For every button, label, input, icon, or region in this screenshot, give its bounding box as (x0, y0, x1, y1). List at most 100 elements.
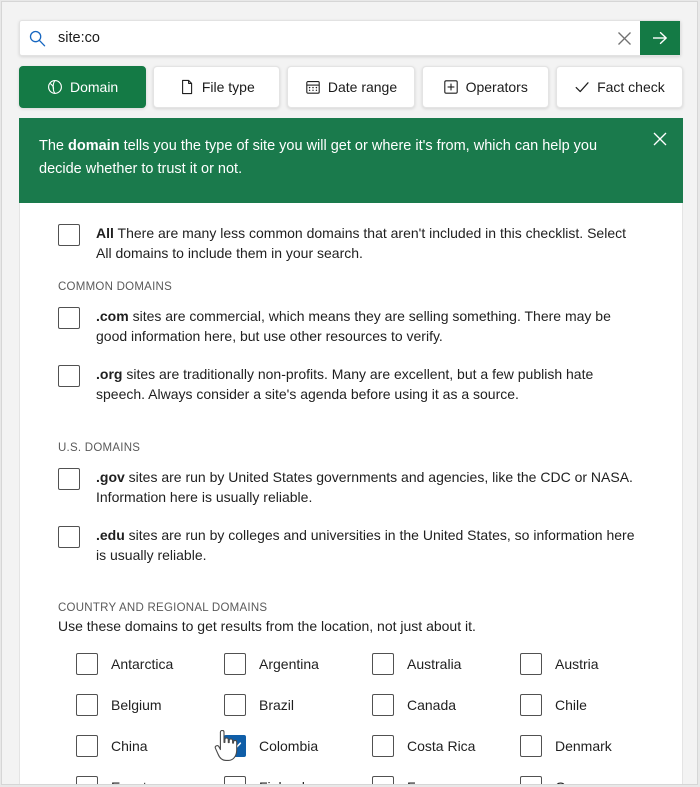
section-heading-common: COMMON DOMAINS (58, 281, 660, 293)
search-bar (19, 20, 681, 56)
submit-search-button[interactable] (640, 21, 680, 55)
tab-file-type[interactable]: File type (153, 66, 280, 108)
calendar-icon (305, 79, 321, 95)
country-label: France (407, 779, 451, 785)
country-item[interactable]: Australia (372, 652, 520, 675)
option-bold: All (96, 225, 114, 241)
option-row-com[interactable]: .com sites are commercial, which means t… (58, 306, 660, 347)
arrow-right-icon (650, 28, 670, 48)
search-helper-window: Domain File type (1, 1, 698, 785)
country-item[interactable]: Argentina (224, 652, 372, 675)
option-label-org: .org sites are traditionally non-profits… (96, 364, 644, 405)
country-label: Brazil (259, 697, 294, 713)
checkbox-country[interactable] (520, 694, 542, 716)
tab-label: File type (202, 79, 255, 95)
search-input[interactable] (54, 23, 608, 53)
country-item[interactable]: France (372, 775, 520, 785)
option-desc: sites are run by United States governmen… (96, 469, 633, 505)
country-item[interactable]: Austria (520, 652, 668, 675)
country-label: Finland (259, 779, 305, 785)
country-item[interactable]: Chile (520, 693, 668, 716)
info-banner: The domain tells you the type of site yo… (19, 118, 683, 203)
country-label: Egypt (111, 779, 147, 785)
close-banner-button[interactable] (647, 126, 673, 152)
country-label: Argentina (259, 656, 319, 672)
section-heading-us: U.S. DOMAINS (58, 442, 660, 454)
checkbox-country[interactable] (224, 735, 246, 757)
country-item[interactable]: Egypt (76, 775, 224, 785)
checkbox-country[interactable] (372, 694, 394, 716)
option-row-all[interactable]: All There are many less common domains t… (58, 223, 660, 264)
checkbox-country[interactable] (76, 694, 98, 716)
option-label-gov: .gov sites are run by United States gove… (96, 467, 644, 508)
banner-text-after: tells you the type of site you will get … (39, 138, 597, 177)
checkbox-country[interactable] (76, 776, 98, 785)
option-label-edu: .edu sites are run by colleges and unive… (96, 525, 644, 566)
country-item[interactable]: Colombia (224, 734, 372, 757)
check-icon (228, 739, 243, 754)
section-subtext-country: Use these domains to get results from th… (58, 618, 660, 634)
close-icon (617, 31, 632, 46)
option-row-org[interactable]: .org sites are traditionally non-profits… (58, 364, 660, 405)
banner-text-bold: domain (68, 138, 120, 154)
tab-date-range[interactable]: Date range (287, 66, 414, 108)
country-item[interactable]: Brazil (224, 693, 372, 716)
clear-search-button[interactable] (608, 22, 640, 54)
checkbox-country[interactable] (224, 776, 246, 785)
country-item[interactable]: Denmark (520, 734, 668, 757)
tab-label: Fact check (597, 79, 665, 95)
country-label: Austria (555, 656, 599, 672)
country-item[interactable]: Finland (224, 775, 372, 785)
country-label: China (111, 738, 148, 754)
country-item[interactable]: Antarctica (76, 652, 224, 675)
tab-label: Domain (70, 79, 118, 95)
checkbox-country[interactable] (224, 653, 246, 675)
check-icon (574, 79, 590, 95)
checkbox-edu[interactable] (58, 526, 80, 548)
tab-domain[interactable]: Domain (19, 66, 146, 108)
checkbox-gov[interactable] (58, 468, 80, 490)
section-spacer (58, 422, 660, 442)
country-item[interactable]: Canada (372, 693, 520, 716)
section-spacer (58, 582, 660, 602)
option-label-all: All There are many less common domains t… (96, 223, 644, 264)
option-label-com: .com sites are commercial, which means t… (96, 306, 644, 347)
tab-fact-check[interactable]: Fact check (556, 66, 683, 108)
checkbox-country[interactable] (520, 776, 542, 785)
close-icon (652, 131, 668, 147)
tab-label: Operators (466, 79, 528, 95)
country-item[interactable]: Germany (520, 775, 668, 785)
country-label: Denmark (555, 738, 612, 754)
country-item[interactable]: Costa Rica (372, 734, 520, 757)
banner-text-before: The (39, 138, 68, 154)
plus-box-icon (443, 79, 459, 95)
option-desc: sites are commercial, which means they a… (96, 308, 611, 344)
checkbox-country[interactable] (372, 776, 394, 785)
checkbox-com[interactable] (58, 307, 80, 329)
option-bold: .com (96, 308, 129, 324)
checkbox-country[interactable] (76, 735, 98, 757)
domain-options-panel: All There are many less common domains t… (19, 203, 683, 785)
option-desc: sites are run by colleges and universiti… (96, 527, 635, 563)
checkbox-country[interactable] (76, 653, 98, 675)
checkbox-country[interactable] (520, 653, 542, 675)
country-label: Belgium (111, 697, 162, 713)
checkbox-country[interactable] (520, 735, 542, 757)
option-row-gov[interactable]: .gov sites are run by United States gove… (58, 467, 660, 508)
checkbox-country[interactable] (372, 653, 394, 675)
checkbox-country[interactable] (224, 694, 246, 716)
filter-tabs: Domain File type (19, 66, 683, 108)
country-label: Canada (407, 697, 456, 713)
checkbox-org[interactable] (58, 365, 80, 387)
country-item[interactable]: China (76, 734, 224, 757)
tab-operators[interactable]: Operators (422, 66, 549, 108)
country-label: Costa Rica (407, 738, 475, 754)
option-row-edu[interactable]: .edu sites are run by colleges and unive… (58, 525, 660, 566)
checkbox-country[interactable] (372, 735, 394, 757)
globe-icon (47, 79, 63, 95)
file-icon (179, 79, 195, 95)
tab-label: Date range (328, 79, 397, 95)
country-label: Antarctica (111, 656, 173, 672)
checkbox-all[interactable] (58, 224, 80, 246)
country-item[interactable]: Belgium (76, 693, 224, 716)
